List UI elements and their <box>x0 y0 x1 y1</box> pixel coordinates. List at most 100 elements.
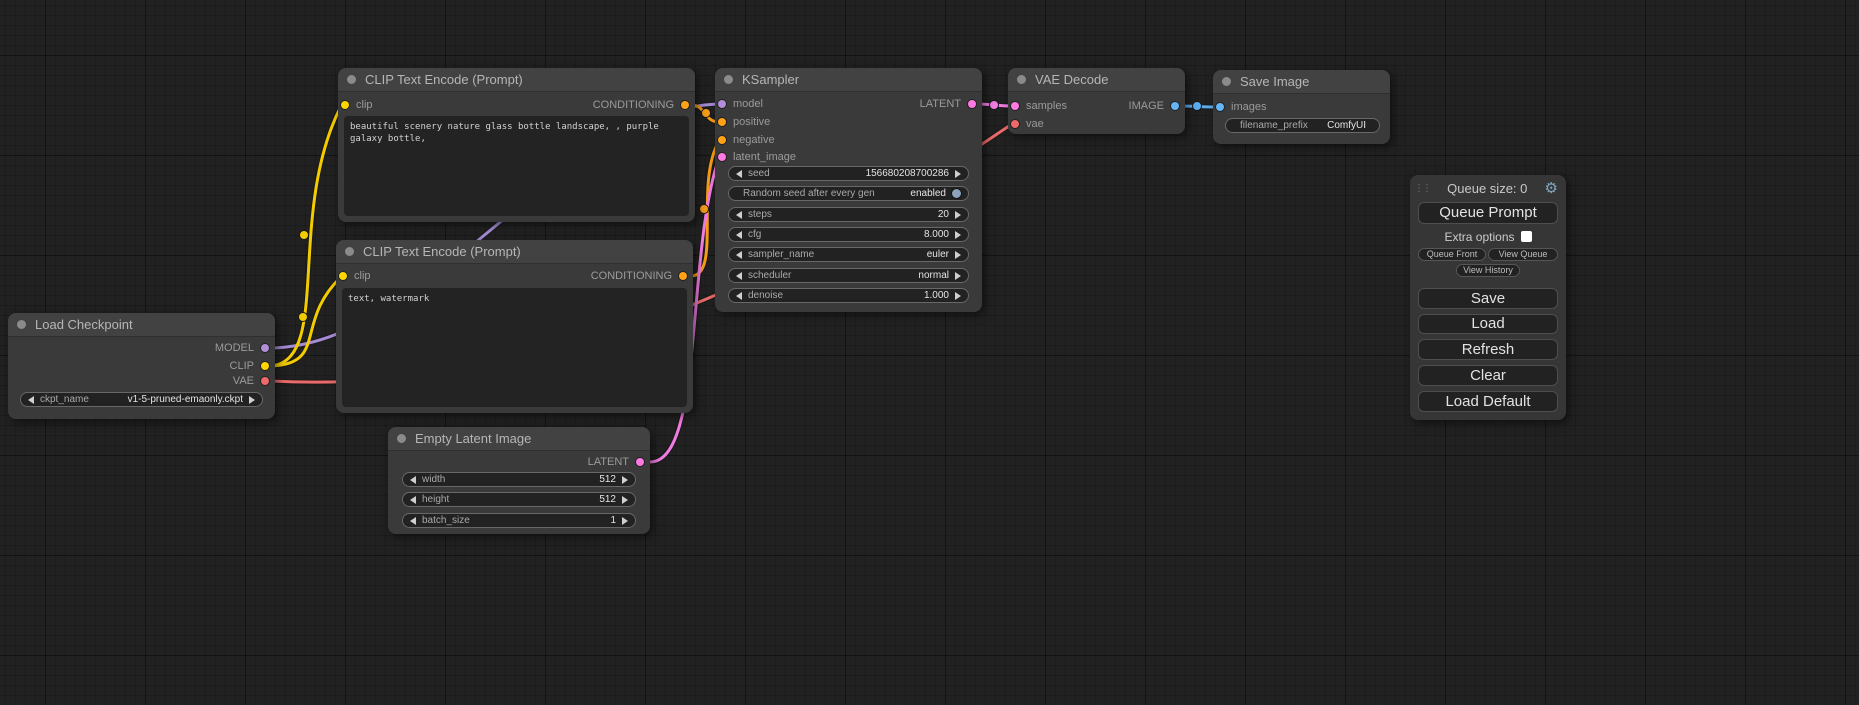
load-button[interactable]: Load <box>1418 314 1558 335</box>
node-title-bar[interactable]: Load Checkpoint <box>8 313 275 337</box>
next-value-arrow-icon[interactable] <box>955 231 961 239</box>
filename-prefix-widget[interactable]: filename_prefix ComfyUI <box>1225 118 1380 133</box>
node-title-bar[interactable]: Empty Latent Image <box>388 427 650 451</box>
steps-widget[interactable]: steps 20 <box>728 207 969 222</box>
node-ksampler[interactable]: KSampler model positive negative latent_… <box>715 68 982 312</box>
next-value-arrow-icon[interactable] <box>622 517 628 525</box>
vae-port-icon[interactable] <box>1011 120 1019 128</box>
output-model[interactable]: MODEL <box>215 340 269 356</box>
save-button[interactable]: Save <box>1418 288 1558 309</box>
random-seed-toggle[interactable]: Random seed after every gen enabled <box>728 186 969 201</box>
node-title-bar[interactable]: VAE Decode <box>1008 68 1185 92</box>
output-clip[interactable]: CLIP <box>230 358 269 374</box>
node-clip-text-encode-negative[interactable]: CLIP Text Encode (Prompt) clip CONDITION… <box>336 240 693 413</box>
refresh-button[interactable]: Refresh <box>1418 339 1558 360</box>
collapse-dot-icon[interactable] <box>1017 75 1026 84</box>
conditioning-port-icon[interactable] <box>681 101 689 109</box>
clear-button[interactable]: Clear <box>1418 365 1558 386</box>
denoise-widget[interactable]: denoise 1.000 <box>728 288 969 303</box>
latent-port-icon[interactable] <box>1011 102 1019 110</box>
image-port-icon[interactable] <box>1171 102 1179 110</box>
input-clip[interactable]: clip <box>341 97 373 113</box>
next-value-arrow-icon[interactable] <box>955 211 961 219</box>
collapse-dot-icon[interactable] <box>345 247 354 256</box>
input-vae[interactable]: vae <box>1011 116 1044 132</box>
settings-gear-icon[interactable]: ⚙ <box>1545 181 1558 196</box>
collapse-dot-icon[interactable] <box>724 75 733 84</box>
drag-handle-icon[interactable]: ⋮⋮ <box>1414 184 1430 194</box>
input-samples[interactable]: samples <box>1011 98 1067 114</box>
prev-value-arrow-icon[interactable] <box>736 251 742 259</box>
output-image[interactable]: IMAGE <box>1129 98 1179 114</box>
collapse-dot-icon[interactable] <box>397 434 406 443</box>
conditioning-port-icon[interactable] <box>718 136 726 144</box>
node-title-bar[interactable]: KSampler <box>715 68 982 92</box>
vae-port-icon[interactable] <box>261 377 269 385</box>
next-value-arrow-icon[interactable] <box>622 496 628 504</box>
view-queue-button[interactable]: View Queue <box>1488 248 1558 261</box>
node-title-bar[interactable]: CLIP Text Encode (Prompt) <box>338 68 695 92</box>
collapse-dot-icon[interactable] <box>347 75 356 84</box>
input-positive[interactable]: positive <box>718 114 770 130</box>
conditioning-port-icon[interactable] <box>718 118 726 126</box>
node-load-checkpoint[interactable]: Load Checkpoint MODEL CLIP VAE ckpt_name… <box>8 313 275 419</box>
prev-value-arrow-icon[interactable] <box>410 476 416 484</box>
image-port-icon[interactable] <box>1216 103 1224 111</box>
extra-options-checkbox[interactable] <box>1521 231 1532 242</box>
input-latent-image[interactable]: latent_image <box>718 149 796 165</box>
clip-port-icon[interactable] <box>339 272 347 280</box>
input-model[interactable]: model <box>718 96 763 112</box>
prev-value-arrow-icon[interactable] <box>28 396 34 404</box>
clip-port-icon[interactable] <box>261 362 269 370</box>
collapse-dot-icon[interactable] <box>17 320 26 329</box>
next-value-arrow-icon[interactable] <box>249 396 255 404</box>
view-history-button[interactable]: View History <box>1456 264 1520 277</box>
input-images[interactable]: images <box>1216 99 1266 115</box>
prev-value-arrow-icon[interactable] <box>736 272 742 280</box>
sampler-name-widget[interactable]: sampler_name euler <box>728 247 969 262</box>
queue-front-button[interactable]: Queue Front <box>1418 248 1486 261</box>
output-conditioning[interactable]: CONDITIONING <box>593 97 689 113</box>
next-value-arrow-icon[interactable] <box>955 251 961 259</box>
next-value-arrow-icon[interactable] <box>955 272 961 280</box>
seed-widget[interactable]: seed 156680208700286 <box>728 166 969 181</box>
node-empty-latent-image[interactable]: Empty Latent Image LATENT width 512 heig… <box>388 427 650 534</box>
latent-port-icon[interactable] <box>718 153 726 161</box>
prompt-text-area[interactable]: beautiful scenery nature glass bottle la… <box>344 116 689 216</box>
prev-value-arrow-icon[interactable] <box>410 496 416 504</box>
model-port-icon[interactable] <box>261 344 269 352</box>
prev-value-arrow-icon[interactable] <box>410 517 416 525</box>
prev-value-arrow-icon[interactable] <box>736 211 742 219</box>
latent-port-icon[interactable] <box>636 458 644 466</box>
height-widget[interactable]: height 512 <box>402 492 636 507</box>
output-vae[interactable]: VAE <box>233 373 269 389</box>
load-default-button[interactable]: Load Default <box>1418 391 1558 412</box>
next-value-arrow-icon[interactable] <box>622 476 628 484</box>
conditioning-port-icon[interactable] <box>679 272 687 280</box>
toggle-on-icon[interactable] <box>952 189 961 198</box>
collapse-dot-icon[interactable] <box>1222 77 1231 86</box>
node-vae-decode[interactable]: VAE Decode samples vae IMAGE <box>1008 68 1185 134</box>
model-port-icon[interactable] <box>718 100 726 108</box>
latent-port-icon[interactable] <box>968 100 976 108</box>
output-latent[interactable]: LATENT <box>588 454 644 470</box>
node-graph-canvas[interactable]: Load Checkpoint MODEL CLIP VAE ckpt_name… <box>0 0 1859 705</box>
prev-value-arrow-icon[interactable] <box>736 292 742 300</box>
input-negative[interactable]: negative <box>718 132 775 148</box>
next-value-arrow-icon[interactable] <box>955 292 961 300</box>
node-title-bar[interactable]: Save Image <box>1213 70 1390 94</box>
node-save-image[interactable]: Save Image images filename_prefix ComfyU… <box>1213 70 1390 144</box>
cfg-widget[interactable]: cfg 8.000 <box>728 227 969 242</box>
clip-port-icon[interactable] <box>341 101 349 109</box>
node-title-bar[interactable]: CLIP Text Encode (Prompt) <box>336 240 693 264</box>
node-clip-text-encode-positive[interactable]: CLIP Text Encode (Prompt) clip CONDITION… <box>338 68 695 222</box>
output-latent[interactable]: LATENT <box>920 96 976 112</box>
batch-size-widget[interactable]: batch_size 1 <box>402 513 636 528</box>
output-conditioning[interactable]: CONDITIONING <box>591 268 687 284</box>
input-clip[interactable]: clip <box>339 268 371 284</box>
prev-value-arrow-icon[interactable] <box>736 231 742 239</box>
prompt-text-area[interactable]: text, watermark <box>342 288 687 407</box>
width-widget[interactable]: width 512 <box>402 472 636 487</box>
prev-value-arrow-icon[interactable] <box>736 170 742 178</box>
ckpt-name-widget[interactable]: ckpt_name v1-5-pruned-emaonly.ckpt <box>20 392 263 407</box>
